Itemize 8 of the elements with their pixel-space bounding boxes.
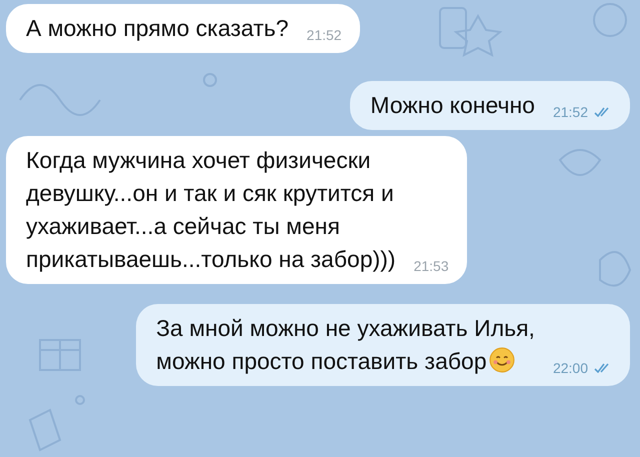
message-time: 22:00	[552, 359, 588, 378]
message-text: За мной можно не ухаживать Илья, можно просто поставить забор	[156, 314, 535, 376]
message-time: 21:52	[306, 26, 342, 45]
message-text: Когда мужчина хочет физически девушку...он и так и сяк крутится и ухаживает...а сейчас ты меня прикатываешь...только на забор)))	[26, 146, 396, 274]
message-time: 21:53	[414, 257, 449, 276]
message-text: Можно конечно	[370, 91, 535, 120]
message-time: 21:52	[552, 103, 588, 122]
message-text: А можно прямо сказать?	[26, 14, 289, 43]
